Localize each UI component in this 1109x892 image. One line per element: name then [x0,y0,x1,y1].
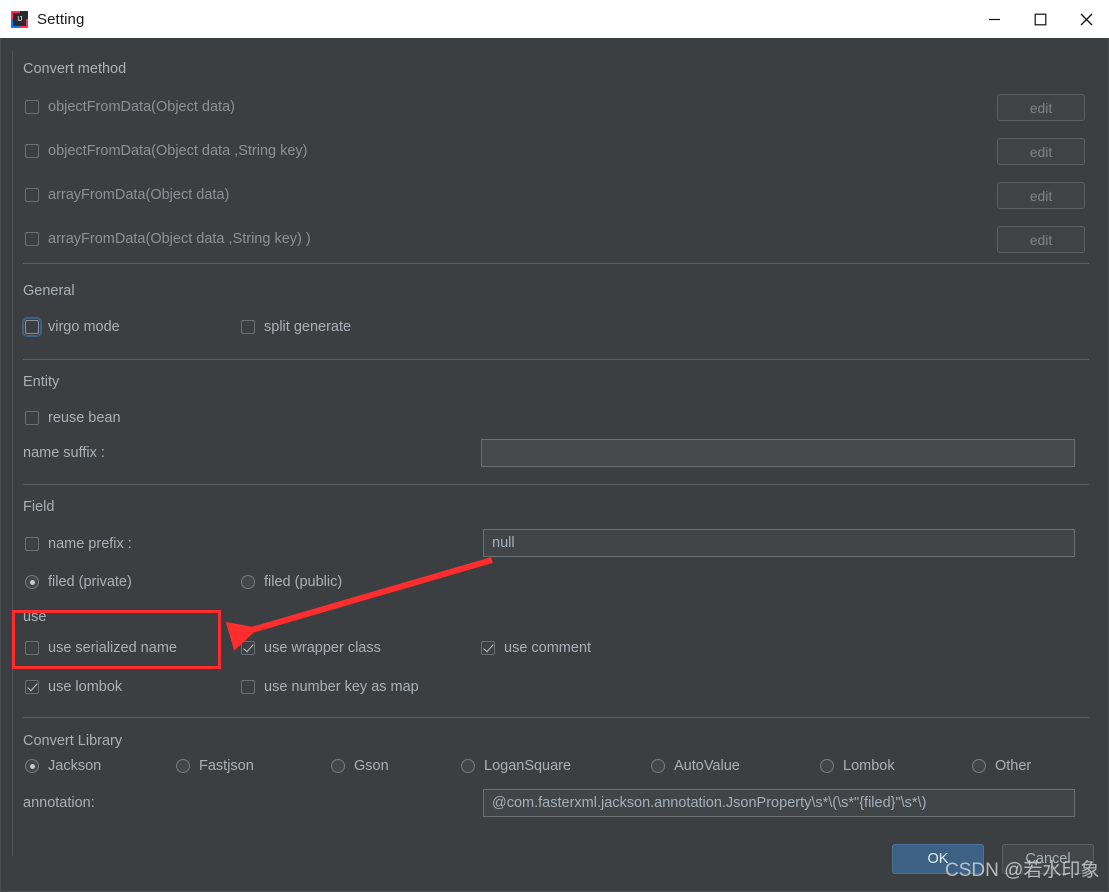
use-section-title: use [23,609,47,625]
name-prefix-input[interactable]: null [483,529,1075,557]
checkbox-label: objectFromData(Object data) [48,99,235,115]
name-suffix-input[interactable] [481,439,1075,467]
checkbox-box[interactable] [25,411,39,425]
checkbox-label: name prefix : [48,536,132,552]
radio-label: LoganSquare [484,758,572,774]
close-icon[interactable] [1063,0,1109,38]
edit-button-array-from-data[interactable]: edit [997,182,1085,209]
checkbox-label: use serialized name [48,640,177,656]
checkbox-label: virgo mode [48,319,120,335]
checkbox-label: use lombok [48,679,123,695]
radio-filed-public[interactable]: filed (public) [241,574,342,590]
checkbox-box[interactable] [25,641,39,655]
intellij-idea-icon: IJ [11,10,28,28]
annotation-label: annotation: [23,795,95,811]
checkbox-box[interactable] [25,232,39,246]
radio-library-logansquare[interactable]: LoganSquare [461,758,571,774]
checkbox-reuse-bean[interactable]: reuse bean [25,410,121,426]
radio-dot[interactable] [461,759,475,773]
checkbox-label: use number key as map [264,679,419,695]
window-title-bar: IJ Setting [0,0,1109,38]
window-title-group: IJ Setting [0,10,971,28]
checkbox-object-from-data-key[interactable]: objectFromData(Object data ,String key) [25,143,308,159]
radio-label: Lombok [843,758,895,774]
checkbox-box[interactable] [481,641,495,655]
checkbox-object-from-data[interactable]: objectFromData(Object data) [25,99,235,115]
radio-dot[interactable] [331,759,345,773]
divider-convert-method [23,263,1089,264]
divider-use [23,717,1089,718]
checkbox-box[interactable] [22,317,42,337]
maximize-icon[interactable] [1017,0,1063,38]
window-title: Setting [37,10,85,28]
radio-dot[interactable] [176,759,190,773]
radio-label: AutoValue [674,758,740,774]
checkbox-label: objectFromData(Object data ,String key) [48,143,308,159]
watermark-text: CSDN @若水印象 [945,860,1100,881]
radio-library-other[interactable]: Other [972,758,1031,774]
checkbox-split-generate[interactable]: split generate [241,319,351,335]
radio-label: filed (private) [48,574,132,590]
convert-method-section-title: Convert method [23,61,127,77]
radio-library-autovalue[interactable]: AutoValue [651,758,740,774]
checkbox-box[interactable] [241,680,255,694]
checkbox-box[interactable] [241,641,255,655]
radio-dot[interactable] [241,575,255,589]
radio-label: Jackson [48,758,102,774]
divider-general [23,359,1089,360]
checkbox-label: use wrapper class [264,640,381,656]
checkbox-box[interactable] [25,100,39,114]
checkbox-use-comment[interactable]: use comment [481,640,591,656]
radio-library-gson[interactable]: Gson [331,758,389,774]
checkbox-virgo-mode[interactable]: virgo mode [22,317,120,337]
radio-label: Gson [354,758,389,774]
settings-content: Convert method objectFromData(Object dat… [13,51,1099,856]
radio-dot[interactable] [972,759,986,773]
checkbox-label: arrayFromData(Object data ,String key) ) [48,231,311,247]
edit-button-object-from-data[interactable]: edit [997,94,1085,121]
checkbox-box[interactable] [241,320,255,334]
field-section-title: Field [23,499,55,515]
dialog-body: Convert method objectFromData(Object dat… [0,38,1109,892]
radio-library-lombok[interactable]: Lombok [820,758,895,774]
radio-library-fastjson[interactable]: Fastjson [176,758,254,774]
radio-label: Fastjson [199,758,254,774]
checkbox-use-serialized-name[interactable]: use serialized name [25,640,177,656]
name-suffix-label: name suffix : [23,445,105,461]
entity-section-title: Entity [23,374,60,390]
checkbox-array-from-data-key[interactable]: arrayFromData(Object data ,String key) ) [25,231,311,247]
minimize-icon[interactable] [971,0,1017,38]
edit-button-object-from-data-key[interactable]: edit [997,138,1085,165]
checkbox-label: use comment [504,640,592,656]
checkbox-label: split generate [264,319,352,335]
radio-dot[interactable] [25,759,39,773]
checkbox-label: reuse bean [48,410,121,426]
checkbox-use-number-key-as-map[interactable]: use number key as map [241,679,419,695]
radio-filed-private[interactable]: filed (private) [25,574,132,590]
convert-library-section-title: Convert Library [23,733,123,749]
checkbox-use-lombok[interactable]: use lombok [25,679,122,695]
radio-library-jackson[interactable]: Jackson [25,758,101,774]
edit-button-array-from-data-key[interactable]: edit [997,226,1085,253]
divider-entity [23,484,1089,485]
checkbox-box[interactable] [25,537,39,551]
checkbox-box[interactable] [25,144,39,158]
checkbox-array-from-data[interactable]: arrayFromData(Object data) [25,187,229,203]
annotation-input[interactable]: @com.fasterxml.jackson.annotation.JsonPr… [483,789,1075,817]
radio-dot[interactable] [820,759,834,773]
radio-dot[interactable] [25,575,39,589]
radio-dot[interactable] [651,759,665,773]
checkbox-box[interactable] [25,680,39,694]
radio-label: filed (public) [264,574,343,590]
checkbox-use-wrapper-class[interactable]: use wrapper class [241,640,381,656]
checkbox-box[interactable] [25,188,39,202]
checkbox-name-prefix[interactable]: name prefix : [25,536,132,552]
general-section-title: General [23,283,75,299]
radio-label: Other [995,758,1032,774]
checkbox-label: arrayFromData(Object data) [48,187,230,203]
settings-panel: Convert method objectFromData(Object dat… [12,51,1098,856]
